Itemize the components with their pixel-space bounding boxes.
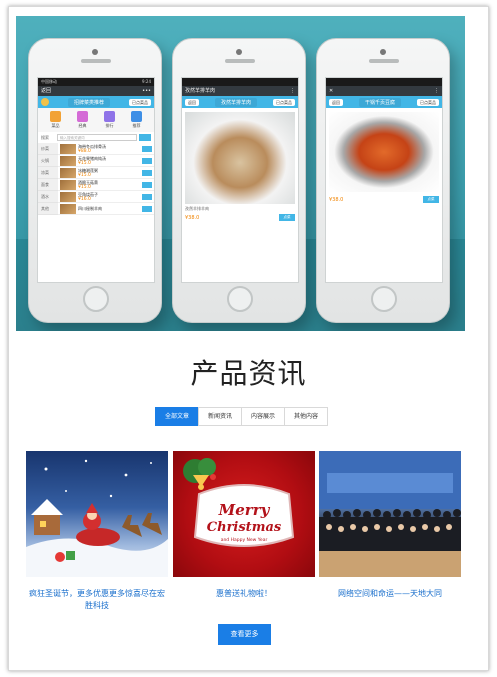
category-item[interactable]: 菜品 (50, 111, 61, 129)
category-item[interactable]: 排行 (104, 111, 115, 129)
news-card[interactable]: 网络空间和命运——天地大同 (319, 451, 461, 600)
app-header: 返回 孜然羊排羊肉 已点菜品 (182, 96, 298, 108)
sidebar-item[interactable]: 炒菜 (38, 143, 58, 155)
phone-screen: 孜然羊排羊肉 ⋮ 返回 孜然羊排羊肉 已点菜品 孜然羊排羊肉 ¥38.0 点菜 (181, 77, 299, 283)
sidebar-item[interactable]: 面食 (38, 179, 58, 191)
price-row: ¥38.0 点菜 (182, 212, 298, 223)
app-header-title: 孜然羊排羊肉 (214, 97, 257, 107)
list-item[interactable]: 豆角烧茄子 ¥16.0 (58, 191, 154, 203)
phone-mockup-menu: 中国移动 9:24 返回 ••• 招牌菜类推荐 已点菜品 菜品 经典 排行 推荐 搜… (28, 38, 162, 323)
list-item[interactable]: 酒酿玉菇羹 ¥15.0 (58, 179, 154, 191)
app-titlebar: 返回 ••• (38, 86, 154, 96)
speaker-icon (225, 59, 255, 63)
news-image-santa[interactable] (26, 451, 168, 577)
menu-items: 海带冬瓜排骨汤 ¥88.0 无花果猪肉炖汤 ¥15.0 冰糖湘莲粥 ¥15.0 酒酿玉… (58, 143, 154, 215)
ordered-badge[interactable]: 已点菜品 (272, 98, 295, 106)
camera-icon (92, 49, 98, 55)
status-bar: 中国移动 9:24 (38, 78, 154, 86)
app-header-title: 招牌菜类推荐 (67, 97, 110, 107)
list-item[interactable]: 四川秘制羊肉 (58, 203, 154, 215)
back-link[interactable]: 返回 (185, 98, 199, 106)
speaker-icon (81, 59, 111, 63)
back-link[interactable]: 返回 (41, 86, 51, 96)
sidebar-item[interactable]: 凉菜 (38, 167, 58, 179)
list-item[interactable]: 冰糖湘莲粥 ¥15.0 (58, 167, 154, 179)
sidebar-item[interactable]: 其他 (38, 203, 58, 215)
order-button[interactable]: 点菜 (423, 196, 439, 203)
news-card[interactable]: Merry Christmas and Happy New Year 惠普送礼物… (173, 451, 315, 600)
home-button-icon (371, 286, 397, 312)
status-bar (326, 78, 442, 86)
tab-other[interactable]: 其他内容 (284, 407, 328, 426)
camera-icon (236, 49, 242, 55)
search-button[interactable] (139, 134, 151, 141)
svg-text:Christmas: Christmas (207, 520, 282, 535)
back-link[interactable]: 返回 (329, 98, 343, 106)
category-tabs: 全部文章 新闻资讯 内容展示 其他内容 (155, 407, 328, 426)
dish-photo (329, 112, 439, 192)
close-icon[interactable]: ✕ (329, 86, 333, 96)
tab-all-articles[interactable]: 全部文章 (155, 407, 199, 426)
app-titlebar: 孜然羊排羊肉 ⋮ (182, 86, 298, 96)
app-header: 招牌菜类推荐 已点菜品 (38, 96, 154, 108)
list-item[interactable]: 海带冬瓜排骨汤 ¥88.0 (58, 143, 154, 155)
news-caption[interactable]: 惠普送礼物啦！ (173, 588, 315, 600)
category-row: 菜品 经典 排行 推荐 (38, 108, 154, 132)
category-item[interactable]: 推荐 (131, 111, 142, 129)
app-header: 返回 干锅千页豆腐 已点菜品 (326, 96, 442, 108)
app-titlebar-text: 孜然羊排羊肉 (185, 88, 216, 94)
tab-news[interactable]: 新闻资讯 (198, 407, 242, 426)
svg-text:Merry: Merry (218, 501, 271, 519)
tab-content-display[interactable]: 内容展示 (241, 407, 285, 426)
home-button-icon (83, 286, 109, 312)
category-item[interactable]: 经典 (77, 111, 88, 129)
menu-sidebar: 炒菜 火锅 凉菜 面食 酒水 其他 (38, 143, 58, 215)
sidebar-item[interactable]: 酒水 (38, 191, 58, 203)
home-button-icon (227, 286, 253, 312)
price-row: ¥38.0 点菜 (326, 194, 442, 205)
app-titlebar: ✕ ⋮ (326, 86, 442, 96)
status-bar (182, 78, 298, 86)
news-caption[interactable]: 疯狂圣诞节，更多优惠更多惊喜尽在宏胜科技 (26, 588, 168, 612)
ordered-badge[interactable]: 已点菜品 (128, 98, 151, 106)
phone-screen: 中国移动 9:24 返回 ••• 招牌菜类推荐 已点菜品 菜品 经典 排行 推荐 搜… (37, 77, 155, 283)
news-card[interactable]: 疯狂圣诞节，更多优惠更多惊喜尽在宏胜科技 (26, 451, 168, 612)
phone-screen: ✕ ⋮ 返回 干锅千页豆腐 已点菜品 ¥38.0 点菜 (325, 77, 443, 283)
list-item[interactable]: 无花果猪肉炖汤 ¥15.0 (58, 155, 154, 167)
news-image-christmas[interactable]: Merry Christmas and Happy New Year (173, 451, 315, 577)
ordered-badge[interactable]: 已点菜品 (416, 98, 439, 106)
dish-price: ¥38.0 (329, 196, 344, 203)
section-title: 产品资讯 (190, 357, 307, 390)
user-icon (41, 98, 49, 106)
phone-mockup-dish-2: ✕ ⋮ 返回 干锅千页豆腐 已点菜品 ¥38.0 点菜 (316, 38, 450, 323)
speaker-icon (369, 59, 399, 63)
hero-banner: 中国移动 9:24 返回 ••• 招牌菜类推荐 已点菜品 菜品 经典 排行 推荐 搜… (16, 16, 465, 331)
news-image-conference[interactable] (319, 451, 461, 577)
camera-icon (380, 49, 386, 55)
search-input[interactable]: 输入搜索关键词 (57, 134, 137, 141)
app-header-title: 干锅千页豆腐 (358, 97, 401, 107)
news-caption[interactable]: 网络空间和命运——天地大同 (319, 588, 461, 600)
dish-photo (185, 112, 295, 204)
dish-price: ¥38.0 (185, 214, 200, 221)
phone-mockup-dish: 孜然羊排羊肉 ⋮ 返回 孜然羊排羊肉 已点菜品 孜然羊排羊肉 ¥38.0 点菜 (172, 38, 306, 323)
search-row: 搜索 输入搜索关键词 (38, 132, 154, 143)
svg-text:and Happy New Year: and Happy New Year (221, 537, 268, 543)
order-button[interactable]: 点菜 (279, 214, 295, 221)
view-more-button[interactable]: 查看更多 (218, 624, 271, 645)
menu-list: 炒菜 火锅 凉菜 面食 酒水 其他 海带冬瓜排骨汤 ¥88.0 无花果猪肉炖汤 ¥1… (38, 143, 154, 215)
sidebar-item[interactable]: 火锅 (38, 155, 58, 167)
